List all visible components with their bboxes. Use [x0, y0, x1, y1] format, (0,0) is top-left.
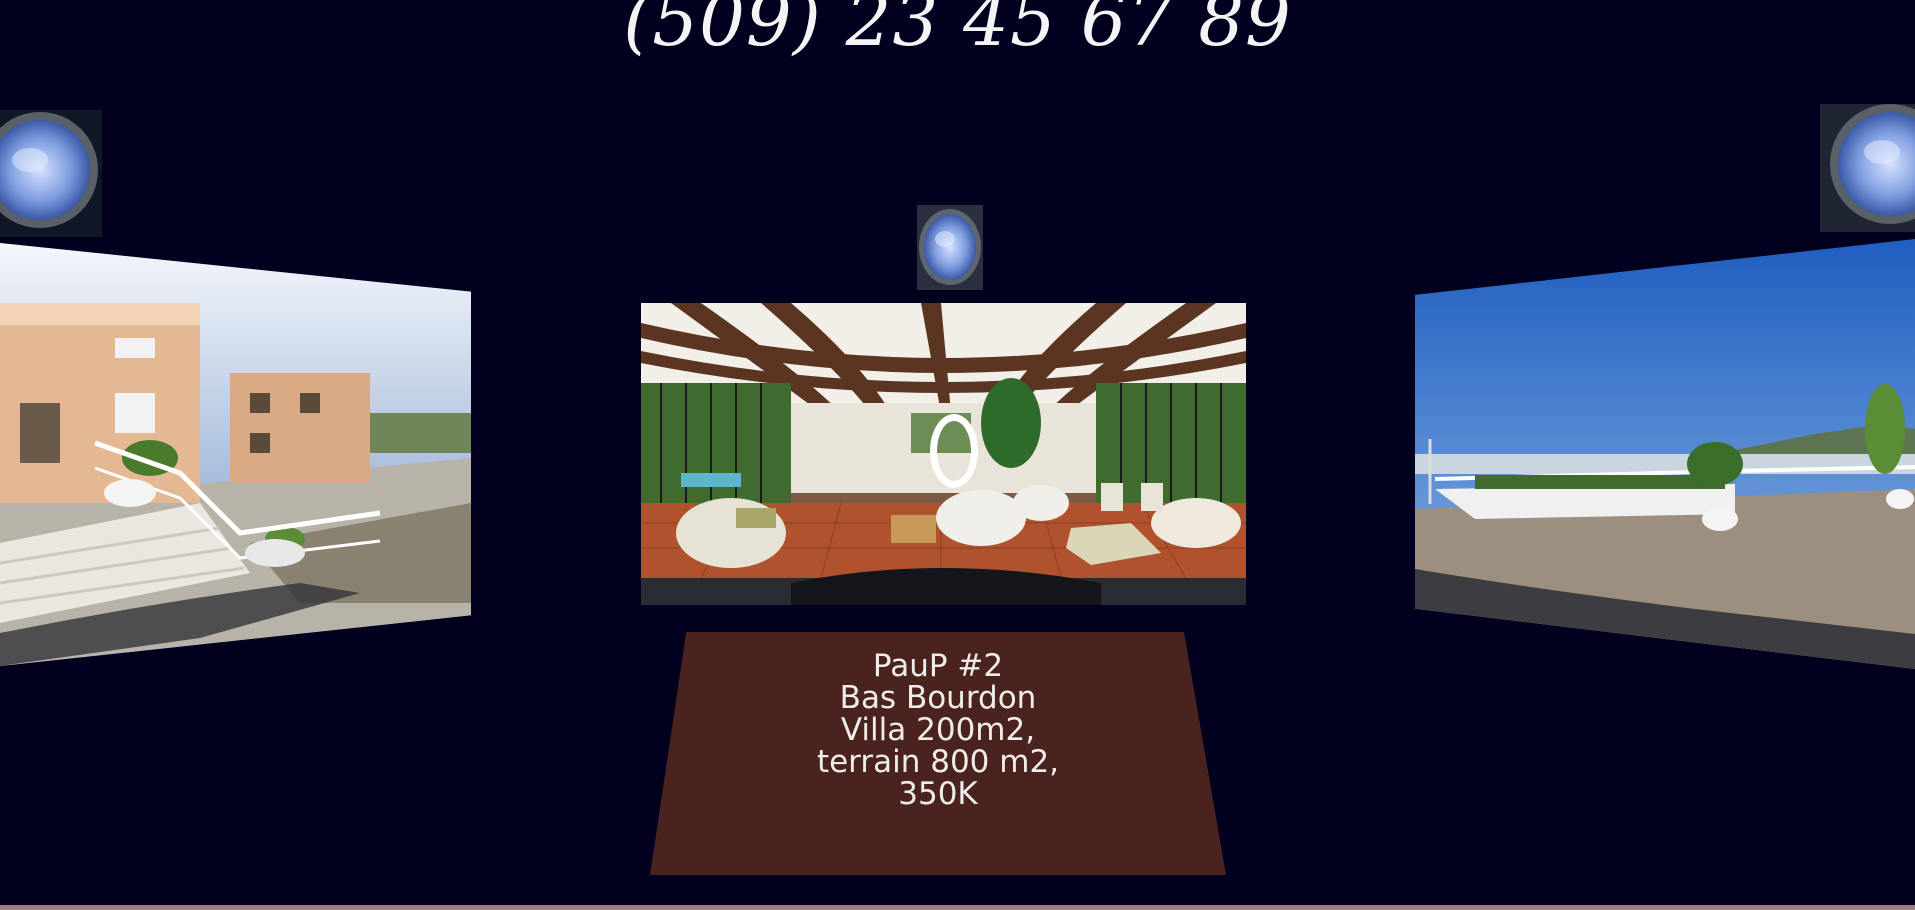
- listing-land-size: terrain 800 m2,: [816, 744, 1060, 780]
- villa-exterior-panorama[interactable]: [0, 243, 471, 666]
- terrace-view-panorama[interactable]: [1415, 239, 1915, 669]
- portal-center-icon[interactable]: [917, 205, 983, 290]
- listing-villa-size: Villa 200m2,: [840, 712, 1036, 748]
- portal-left-icon[interactable]: [0, 110, 102, 237]
- listing-location: Bas Bourdon: [839, 680, 1037, 716]
- listing-info-text: PauP #2 Bas Bourdon Villa 200m2, terrain…: [650, 650, 1226, 810]
- hotspot-ring[interactable]: [930, 414, 978, 488]
- bottom-bar: [0, 905, 1915, 910]
- phone-number: (509) 23 45 67 89: [623, 0, 1292, 62]
- listing-price: 350K: [898, 776, 978, 812]
- listing-id: PauP #2: [872, 648, 1004, 684]
- listing-info-panel: PauP #2 Bas Bourdon Villa 200m2, terrain…: [650, 632, 1226, 875]
- portal-right-icon[interactable]: [1820, 104, 1915, 232]
